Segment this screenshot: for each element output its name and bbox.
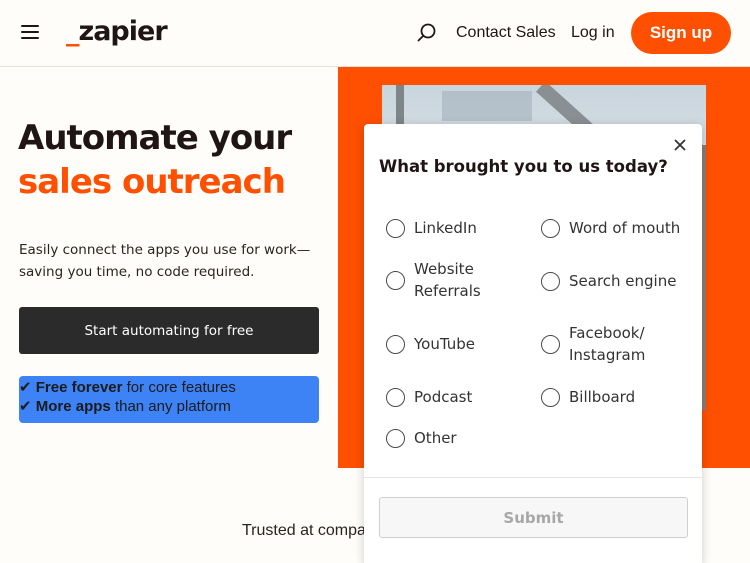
zapier-logo[interactable]: _zapier [66,16,168,47]
radio-button[interactable] [386,218,405,238]
check-icon: ✔ [19,398,32,415]
option-label: LinkedIn [414,219,477,237]
close-icon[interactable] [670,135,690,155]
option-billboard[interactable]: Billboard [541,386,635,408]
option-label: Billboard [569,388,636,406]
site-header: _zapier Contact Sales Log in Sign up [0,0,750,67]
radio-button[interactable] [386,387,405,407]
feature-item: ✔ Free forever for core features [19,379,236,396]
option-label: Search engine [569,272,677,290]
survey-question: What brought you to us today? [379,157,668,176]
option-label: Website Referrals [414,260,481,300]
radio-button[interactable] [386,334,405,354]
radio-button[interactable] [386,428,405,448]
feature-list: ✔ Free forever for core features ✔ More … [19,376,319,423]
option-facebook-instagram[interactable]: Facebook/ Instagram [541,322,645,366]
divider [364,477,702,478]
option-label: YouTube [414,335,475,353]
option-youtube[interactable]: YouTube [386,333,475,355]
check-icon: ✔ [19,379,32,396]
menu-icon[interactable] [21,25,39,41]
option-label: Podcast [414,388,473,406]
login-link[interactable]: Log in [571,24,615,42]
option-label: Other [414,429,457,447]
option-website-referrals[interactable]: Website Referrals [386,258,481,302]
option-search-engine[interactable]: Search engine [541,270,676,292]
start-automating-button[interactable]: Start automating for free [19,307,319,354]
feature-item: ✔ More apps than any platform [19,398,231,415]
option-word-of-mouth[interactable]: Word of mouth [541,217,680,239]
radio-button[interactable] [541,334,560,354]
radio-button[interactable] [541,271,560,291]
hero-title-line2: sales outreach [18,162,286,202]
option-label: Word of mouth [569,219,681,237]
trusted-text: Trusted at compa [242,522,366,539]
contact-sales-link[interactable]: Contact Sales [456,24,556,42]
radio-button[interactable] [541,218,560,238]
hero-title: Automate your sales outreach [18,116,292,204]
survey-modal: What brought you to us today? LinkedIn W… [364,124,702,563]
signup-button[interactable]: Sign up [631,12,731,54]
option-podcast[interactable]: Podcast [386,386,472,408]
hero-title-line1: Automate your [18,118,292,158]
option-linkedin[interactable]: LinkedIn [386,217,477,239]
radio-button[interactable] [541,387,560,407]
submit-button[interactable]: Submit [379,497,688,538]
option-other[interactable]: Other [386,427,457,449]
option-label: Facebook/ Instagram [569,324,646,364]
search-icon[interactable] [416,22,438,44]
hero-subtitle: Easily connect the apps you use for work… [19,242,311,280]
radio-button[interactable] [386,270,405,290]
